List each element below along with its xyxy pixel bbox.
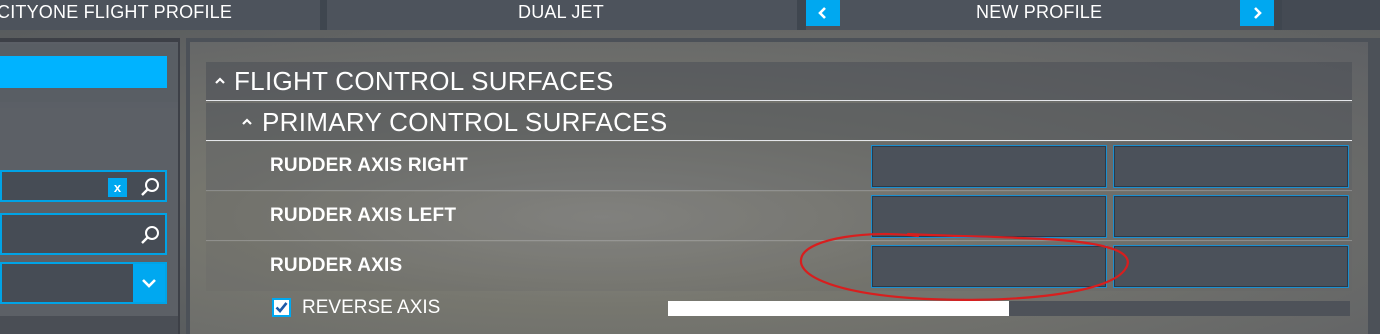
category-select[interactable] [0,262,167,304]
reverse-axis-checkbox[interactable] [272,298,291,317]
search-icon[interactable] [140,224,162,246]
preset-name-label: NEW PROFILE [976,2,1103,22]
binding-label: RUDDER AXIS [270,255,403,276]
dropdown-button[interactable] [133,264,165,302]
topbar-extra-tab[interactable] [1282,0,1380,30]
binding-slot-primary[interactable] [871,195,1107,238]
search-input[interactable]: x [0,170,167,202]
next-preset-button[interactable] [1240,0,1274,26]
clear-search-button[interactable]: x [108,178,127,197]
checkmark-icon [275,302,288,313]
previous-preset-button[interactable] [806,0,840,26]
binding-slot-secondary[interactable] [1113,145,1349,188]
controller-mode-tab[interactable]: DUAL JET [327,0,797,30]
binding-row-rudder-axis-right: RUDDER AXIS RIGHT [206,142,1352,191]
chevron-up-icon [242,118,252,125]
preset-selector: NEW PROFILE [806,0,1274,30]
profile-top-bar: CITYONE FLIGHT PROFILE DUAL JET NEW PROF… [0,0,1380,30]
filter-input[interactable] [0,213,167,255]
reverse-axis-row: REVERSE AXIS [206,292,1352,324]
chevron-right-icon [1254,7,1262,19]
profile-name-tab[interactable]: CITYONE FLIGHT PROFILE [0,0,320,30]
profile-name-label: CITYONE FLIGHT PROFILE [0,2,233,22]
binding-slot-secondary[interactable] [1113,245,1349,288]
left-panel-footer [0,316,178,334]
binding-slot-primary[interactable] [871,245,1107,288]
binding-row-rudder-axis-left: RUDDER AXIS LEFT [206,192,1352,241]
binding-slot-secondary[interactable] [1113,195,1349,238]
search-icon[interactable] [140,176,162,198]
binding-label: RUDDER AXIS RIGHT [270,155,468,176]
section-title: FLIGHT CONTROL SURFACES [234,66,614,96]
subsection-header-primary-control-surfaces[interactable]: PRIMARY CONTROL SURFACES [206,103,1352,141]
binding-label: RUDDER AXIS LEFT [270,205,457,226]
axis-level-fill [668,301,1009,316]
subsection-title: PRIMARY CONTROL SURFACES [262,107,668,137]
reverse-axis-label: REVERSE AXIS [302,297,441,318]
chevron-down-icon [142,279,156,288]
binding-row-rudder-axis: RUDDER AXIS [206,242,1352,291]
section-header-flight-control-surfaces[interactable]: FLIGHT CONTROL SURFACES [206,62,1352,101]
chevron-left-icon [818,7,826,19]
binding-slot-primary[interactable] [871,145,1107,188]
chevron-up-icon [215,77,225,84]
controller-mode-label: DUAL JET [518,2,604,22]
axis-level-bar [668,301,1350,316]
device-selected-bar[interactable] [0,56,167,88]
